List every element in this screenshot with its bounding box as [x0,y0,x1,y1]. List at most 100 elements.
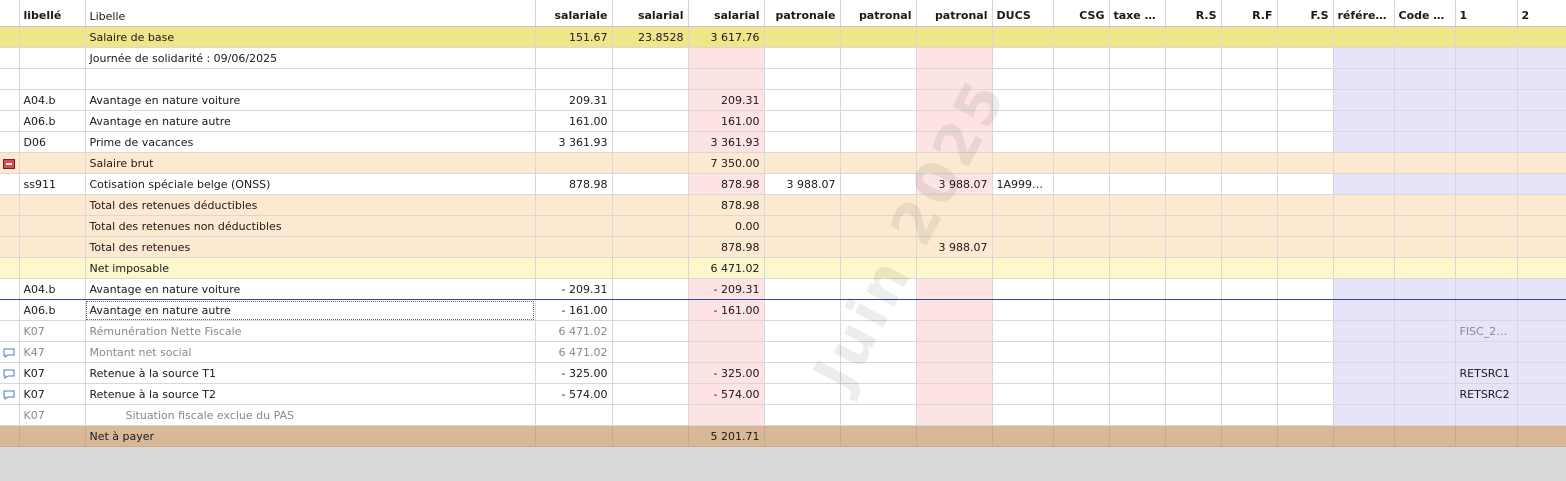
row-icon-cell[interactable] [0,152,20,174]
collapse-minus-icon[interactable] [3,158,16,169]
cell-ptaux[interactable] [840,236,917,258]
cell-extra-1[interactable] [1109,47,1166,69]
cell-libelle[interactable]: Rémunération Nette Fiscale [85,320,536,342]
cell-extra-1[interactable] [1109,362,1166,384]
cell-base[interactable]: 878.98 [535,173,613,195]
cell-ptaux[interactable] [840,89,917,111]
cell-pbase[interactable] [764,299,841,321]
comment-icon[interactable] [3,369,15,379]
cell-col-1[interactable] [1455,215,1518,237]
table-row[interactable]: Net à payer 5 201.71 [0,425,1566,447]
cell-pbase[interactable] [764,194,841,216]
cell-col-1[interactable] [1455,299,1518,321]
cell-libelle[interactable]: Salaire brut [85,152,536,174]
cell-code[interactable]: K07 [19,383,86,405]
cell-extra-3[interactable] [1221,152,1278,174]
cell-extra-0[interactable] [1053,362,1110,384]
cell-col-2[interactable] [1517,404,1566,426]
cell-extra-0[interactable] [1053,278,1110,300]
header-col-salariale[interactable]: salariale [535,0,613,27]
table-row[interactable]: Net imposable 6 471.02 [0,257,1566,279]
cell-extra-3[interactable] [1221,194,1278,216]
cell-extra-3[interactable] [1221,89,1278,111]
cell-col-2[interactable] [1517,47,1566,69]
cell-ducs[interactable] [992,194,1054,216]
cell-ducs[interactable] [992,215,1054,237]
table-row[interactable]: Salaire de base 151.67 23.8528 3 617.76 [0,26,1566,48]
cell-extra-1[interactable] [1109,215,1166,237]
cell-code-ccn[interactable] [1394,215,1456,237]
cell-extra-1[interactable] [1109,404,1166,426]
cell-base[interactable] [535,194,613,216]
cell-extra-0[interactable] [1053,299,1110,321]
cell-pbase[interactable] [764,131,841,153]
table-row[interactable]: A06.b Avantage en nature autre - 161.00- 1… [0,299,1566,321]
table-row[interactable]: Total des retenues non déductibles 0.00 [0,215,1566,237]
cell-extra-4[interactable] [1277,47,1334,69]
table-row[interactable]: A06.b Avantage en nature autre 161.00 161.0… [0,110,1566,132]
cell-extra-3[interactable] [1221,299,1278,321]
cell-ducs[interactable] [992,320,1054,342]
cell-pmontant[interactable] [916,362,993,384]
header-col-1[interactable]: 1 [1455,0,1518,27]
cell-extra-2[interactable] [1165,383,1222,405]
cell-extra-1[interactable] [1109,383,1166,405]
cell-pmontant[interactable] [916,299,993,321]
cell-base[interactable]: 3 361.93 [535,131,613,153]
cell-pbase[interactable] [764,425,841,447]
cell-col-1[interactable] [1455,425,1518,447]
cell-libelle[interactable]: Retenue à la source T1 [85,362,536,384]
cell-libelle[interactable]: Cotisation spéciale belge (ONSS) [85,173,536,195]
cell-extra-0[interactable] [1053,173,1110,195]
cell-extra-4[interactable] [1277,236,1334,258]
cell-extra-3[interactable] [1221,215,1278,237]
cell-extra-2[interactable] [1165,299,1222,321]
cell-col-2[interactable] [1517,278,1566,300]
cell-code[interactable] [19,47,86,69]
cell-extra-1[interactable] [1109,299,1166,321]
cell-code-ccn[interactable] [1394,278,1456,300]
cell-code[interactable] [19,152,86,174]
cell-extra-3[interactable] [1221,173,1278,195]
cell-ptaux[interactable] [840,425,917,447]
cell-extra-1[interactable] [1109,26,1166,48]
cell-extra-2[interactable] [1165,362,1222,384]
cell-base[interactable]: - 209.31 [535,278,613,300]
cell-col-2[interactable] [1517,110,1566,132]
cell-extra-2[interactable] [1165,152,1222,174]
cell-code[interactable]: K47 [19,341,86,363]
cell-extra-2[interactable] [1165,341,1222,363]
cell-pbase[interactable] [764,68,841,90]
cell-montant[interactable]: 5 201.71 [688,425,765,447]
cell-extra-3[interactable] [1221,68,1278,90]
cell-reference[interactable] [1333,425,1395,447]
cell-pmontant[interactable] [916,278,993,300]
cell-extra-4[interactable] [1277,68,1334,90]
cell-pbase[interactable] [764,362,841,384]
cell-base[interactable] [535,68,613,90]
cell-col-2[interactable] [1517,215,1566,237]
cell-extra-4[interactable] [1277,131,1334,153]
cell-code[interactable]: K07 [19,320,86,342]
cell-extra-1[interactable] [1109,194,1166,216]
table-row[interactable]: Journée de solidarité : 09/06/2025 [0,47,1566,69]
cell-code[interactable]: ss911 [19,173,86,195]
cell-taux[interactable] [612,47,689,69]
header-col-rf[interactable]: R.F [1221,0,1278,27]
cell-extra-1[interactable] [1109,131,1166,153]
cell-pmontant[interactable] [916,89,993,111]
cell-extra-1[interactable] [1109,278,1166,300]
cell-pmontant[interactable] [916,194,993,216]
cell-extra-0[interactable] [1053,194,1110,216]
cell-ducs[interactable] [992,110,1054,132]
cell-extra-4[interactable] [1277,383,1334,405]
cell-col-1[interactable] [1455,26,1518,48]
table-row[interactable]: D06 Prime de vacances 3 361.93 3 361.93 [0,131,1566,153]
cell-col-1[interactable] [1455,47,1518,69]
cell-ducs[interactable] [992,341,1054,363]
cell-ducs[interactable] [992,236,1054,258]
table-row[interactable]: Total des retenues 878.98 3 988.07 [0,236,1566,258]
cell-pmontant[interactable] [916,320,993,342]
cell-extra-4[interactable] [1277,26,1334,48]
cell-pbase[interactable] [764,110,841,132]
